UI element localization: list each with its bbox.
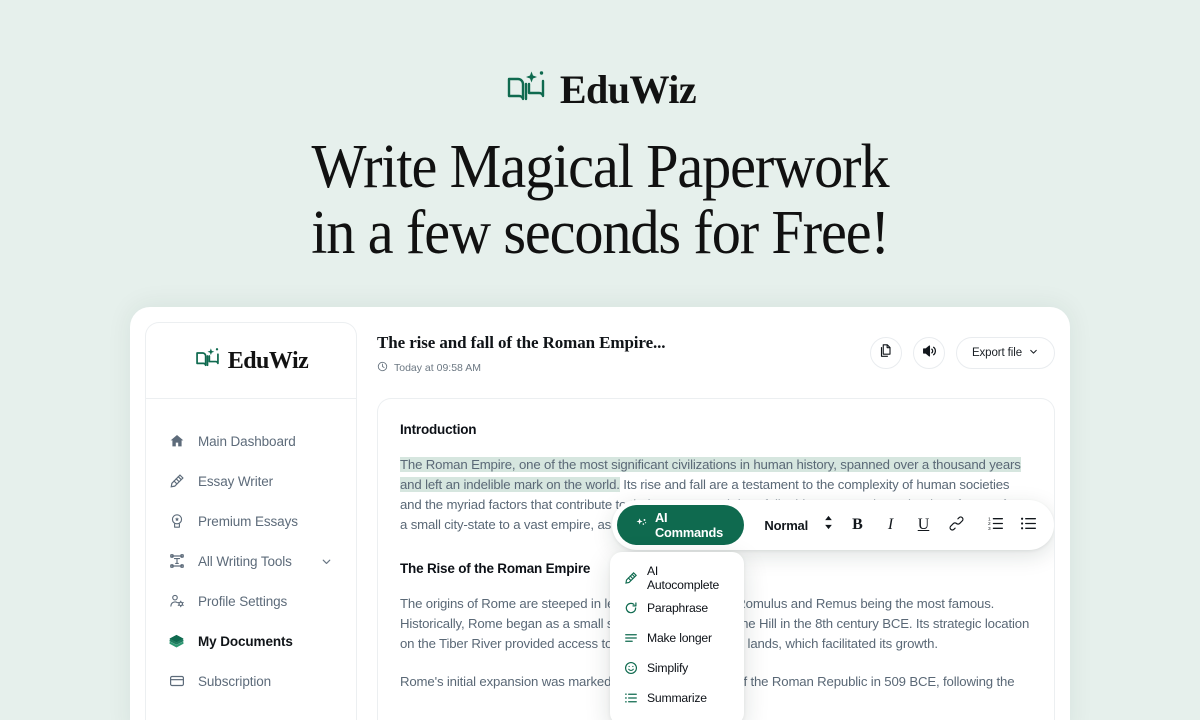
menu-item-label: Paraphrase (647, 601, 709, 615)
text-style-select[interactable]: Normal (764, 515, 834, 535)
brand-name: EduWiz (559, 67, 697, 112)
sidebar-item-main-dashboard[interactable]: Main Dashboard (168, 421, 356, 461)
sidebar-nav: Main Dashboard Essay Writer Premium Essa… (146, 399, 356, 701)
italic-button[interactable]: I (881, 514, 900, 536)
smiley-icon (624, 661, 638, 675)
ordered-list-button[interactable]: 123 (986, 514, 1005, 536)
sidebar: EduWiz Main Dashboard Essay Writer Premi… (145, 322, 357, 720)
menu-item-ai-autocomplete[interactable]: AI Autocomplete (610, 563, 744, 593)
sidebar-brand[interactable]: EduWiz (146, 323, 356, 399)
award-badge-icon (168, 513, 185, 530)
bold-button[interactable]: B (848, 514, 867, 536)
text-frame-icon (168, 553, 185, 570)
menu-item-label: Make longer (647, 631, 712, 645)
open-book-sparkle-icon (194, 346, 221, 376)
menu-item-simplify[interactable]: Simplify (610, 653, 744, 683)
sidebar-item-profile-settings[interactable]: Profile Settings (168, 581, 356, 621)
brand-lockup: EduWiz (0, 66, 1200, 114)
svg-text:3: 3 (988, 525, 991, 530)
sidebar-item-label: Premium Essays (198, 513, 298, 529)
pencil-lines-icon (624, 571, 638, 585)
ai-commands-button[interactable]: AI Commands (617, 505, 745, 545)
sparkle-icon (635, 517, 648, 533)
export-file-label: Export file (971, 347, 1022, 359)
link-button[interactable] (947, 514, 966, 536)
ai-commands-menu: AI Autocomplete Paraphrase Make longer S… (610, 552, 744, 720)
text-format-group: B I U (848, 514, 966, 536)
align-lines-icon (624, 631, 638, 645)
doc-heading-introduction: Introduction (400, 422, 477, 437)
document-actions: Export file (869, 333, 1055, 369)
headline-line-2: in a few seconds for Free! (311, 199, 890, 268)
up-down-arrows-icon (823, 515, 834, 535)
home-icon (168, 433, 185, 450)
sidebar-item-label: Main Dashboard (198, 433, 296, 449)
document-timestamp: Today at 09:58 AM (394, 362, 481, 374)
export-file-button[interactable]: Export file (955, 337, 1055, 369)
document-meta: Today at 09:58 AM (377, 361, 665, 375)
formatting-toolbar: AI Commands Normal B I U 1 2 3 (612, 500, 1054, 550)
underline-button[interactable]: U (914, 514, 933, 536)
bullet-list-button[interactable] (1019, 514, 1038, 536)
sidebar-item-label: Essay Writer (198, 473, 274, 489)
app-window: EduWiz Main Dashboard Essay Writer Premi… (130, 307, 1070, 720)
sidebar-item-premium-essays[interactable]: Premium Essays (168, 501, 356, 541)
sidebar-item-essay-writer[interactable]: Essay Writer (168, 461, 356, 501)
sidebar-item-all-writing-tools[interactable]: All Writing Tools (168, 541, 356, 581)
user-gear-icon (168, 593, 185, 610)
link-icon (949, 516, 964, 535)
layers-icon (168, 633, 185, 650)
headline-line-1: Write Magical Paperwork (311, 133, 890, 201)
open-book-sparkle-icon (504, 68, 548, 113)
speaker-icon (921, 343, 937, 364)
summary-list-icon (624, 691, 638, 705)
menu-item-make-longer[interactable]: Make longer (610, 623, 744, 653)
page-title: Write Magical Paperwork in a few seconds… (36, 134, 1164, 267)
list-format-group: 123 (986, 514, 1038, 536)
copy-button[interactable] (869, 337, 902, 369)
chevron-down-icon[interactable] (320, 555, 333, 568)
sidebar-item-subscription[interactable]: Subscription (168, 661, 356, 701)
ordered-list-icon: 123 (987, 516, 1004, 535)
read-aloud-button[interactable] (912, 337, 945, 369)
document-title: The rise and fall of the Roman Empire... (377, 333, 666, 352)
main-panel: The rise and fall of the Roman Empire...… (357, 322, 1055, 720)
document-editor[interactable]: Introduction The Roman Empire, one of th… (377, 398, 1055, 720)
hero-section: EduWiz Write Magical Paperwork in a few … (0, 0, 1200, 267)
sidebar-item-label: My Documents (198, 633, 293, 649)
menu-item-summarize[interactable]: Summarize (610, 683, 744, 713)
document-header: The rise and fall of the Roman Empire...… (377, 322, 1055, 398)
sidebar-item-my-documents[interactable]: My Documents (168, 621, 356, 661)
text-style-value: Normal (764, 517, 808, 533)
sidebar-item-label: Subscription (198, 673, 272, 689)
copy-icon (878, 343, 893, 363)
credit-card-icon (168, 673, 185, 690)
menu-item-label: Simplify (647, 661, 689, 675)
chevron-down-icon (1028, 346, 1039, 360)
ai-commands-label: AI Commands (655, 510, 724, 540)
menu-item-paraphrase[interactable]: Paraphrase (610, 593, 744, 623)
sidebar-item-label: Profile Settings (198, 593, 288, 609)
clock-icon (377, 361, 388, 375)
bullet-list-icon (1020, 516, 1037, 535)
sidebar-item-label: All Writing Tools (198, 553, 292, 569)
menu-item-label: Summarize (647, 691, 707, 705)
document-title-block: The rise and fall of the Roman Empire...… (377, 333, 666, 375)
refresh-icon (624, 601, 638, 615)
pencil-lines-icon (168, 473, 185, 490)
sidebar-brand-name: EduWiz (227, 347, 309, 374)
menu-item-label: AI Autocomplete (647, 564, 720, 592)
